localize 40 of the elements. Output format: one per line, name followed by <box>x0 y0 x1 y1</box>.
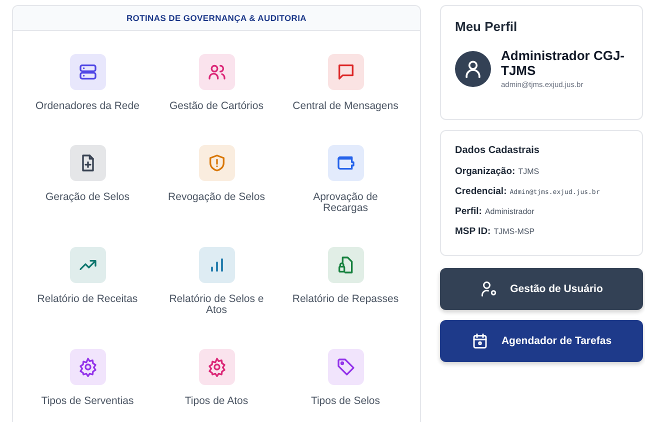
avatar-icon <box>455 50 491 86</box>
calendar-icon <box>471 332 490 350</box>
tile-button[interactable] <box>328 145 364 181</box>
details-title: Dados Cadastrais <box>455 145 540 156</box>
user-gear-icon <box>480 280 498 298</box>
tile-button[interactable] <box>328 54 364 90</box>
tile-label[interactable]: Geração de Selos <box>45 192 130 203</box>
profile-title: Meu Perfil <box>455 19 518 34</box>
tile-button[interactable] <box>198 247 234 283</box>
tile-button[interactable] <box>198 349 234 385</box>
tile-label[interactable]: Central de Mensagens <box>292 101 398 112</box>
tile-label[interactable]: Revogação de Selos <box>168 192 265 203</box>
tile-button[interactable] <box>198 54 234 90</box>
field-value: TJMS <box>518 167 540 176</box>
tile-label[interactable]: Tipos de Serventias <box>41 396 134 407</box>
tile-label[interactable]: Gestão de Cartórios <box>170 101 264 112</box>
tile-button[interactable] <box>70 145 106 181</box>
tile-label[interactable]: Tipos de Atos <box>184 396 248 407</box>
action-button[interactable]: Agendador de Tarefas <box>440 320 643 362</box>
tile-label[interactable]: Aprovação de Recargas <box>290 192 400 214</box>
panel-title: ROTINAS DE GOVERNANÇA & AUDITORIA <box>126 13 307 23</box>
field-label: Perfil: <box>455 206 482 217</box>
tile-button[interactable] <box>328 247 364 283</box>
tile-label[interactable]: Relatório de Selos e Atos <box>162 294 272 316</box>
profile-name: Administrador CGJ-TJMS <box>501 48 626 78</box>
tile-label[interactable]: Tipos de Selos <box>310 396 380 407</box>
tile-label[interactable]: Relatório de Receitas <box>37 294 138 305</box>
field-label: MSP ID: <box>455 226 491 237</box>
action-button[interactable]: Gestão de Usuário <box>440 268 643 310</box>
tile-button[interactable] <box>70 349 106 385</box>
field-value: Administrador <box>484 207 534 216</box>
field-label: Credencial: <box>455 186 507 197</box>
tile-button[interactable] <box>198 145 234 181</box>
tile-button[interactable] <box>70 247 106 283</box>
tile-label[interactable]: Relatório de Repasses <box>292 294 399 305</box>
tile-button[interactable] <box>70 54 106 90</box>
tile-button[interactable] <box>328 349 364 385</box>
field-value: TJMS-MSP <box>494 227 535 236</box>
tile-label[interactable]: Ordenadores da Rede <box>36 101 140 112</box>
field-label: Organização: <box>455 166 516 177</box>
